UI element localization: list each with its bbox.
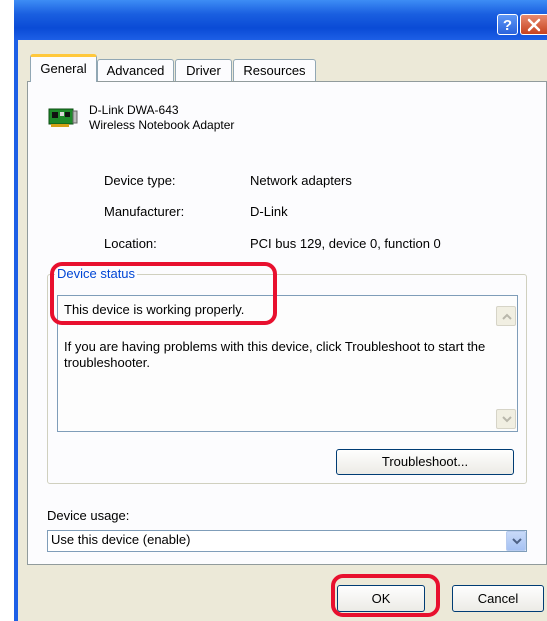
status-message: This device is working properly.: [64, 302, 245, 317]
manufacturer-value: D-Link: [250, 204, 288, 219]
ok-button[interactable]: OK: [337, 585, 425, 612]
device-status-legend: Device status: [55, 266, 138, 281]
device-type-label: Device type:: [104, 173, 176, 188]
device-name: D-Link DWA-643: [89, 103, 179, 117]
troubleshoot-button[interactable]: Troubleshoot...: [336, 449, 514, 475]
tab-general[interactable]: General: [30, 54, 97, 82]
scroll-up-button[interactable]: [496, 306, 516, 326]
location-label: Location:: [104, 236, 157, 251]
manufacturer-label: Manufacturer:: [104, 204, 185, 219]
tab-advanced[interactable]: Advanced: [97, 59, 174, 81]
device-type-value: Network adapters: [250, 173, 352, 188]
dropdown-arrow-button[interactable]: [506, 531, 526, 551]
title-bar[interactable]: [14, 0, 547, 40]
device-subtitle: Wireless Notebook Adapter: [89, 118, 235, 132]
network-card-icon: [48, 108, 78, 127]
close-icon: [527, 18, 541, 32]
status-help-text: If you are having problems with this dev…: [64, 339, 486, 370]
chevron-down-icon: [512, 538, 522, 545]
tab-driver[interactable]: Driver: [175, 59, 232, 81]
close-button[interactable]: [520, 14, 547, 35]
chevron-down-icon: [502, 416, 512, 423]
cancel-button[interactable]: Cancel: [452, 585, 544, 612]
scroll-down-button[interactable]: [496, 409, 516, 429]
chevron-up-icon: [502, 313, 512, 320]
device-usage-value: Use this device (enable): [51, 532, 191, 547]
tab-resources[interactable]: Resources: [233, 59, 316, 81]
device-usage-label: Device usage:: [47, 508, 130, 523]
help-button[interactable]: ?: [497, 14, 518, 35]
location-value: PCI bus 129, device 0, function 0: [250, 236, 441, 251]
